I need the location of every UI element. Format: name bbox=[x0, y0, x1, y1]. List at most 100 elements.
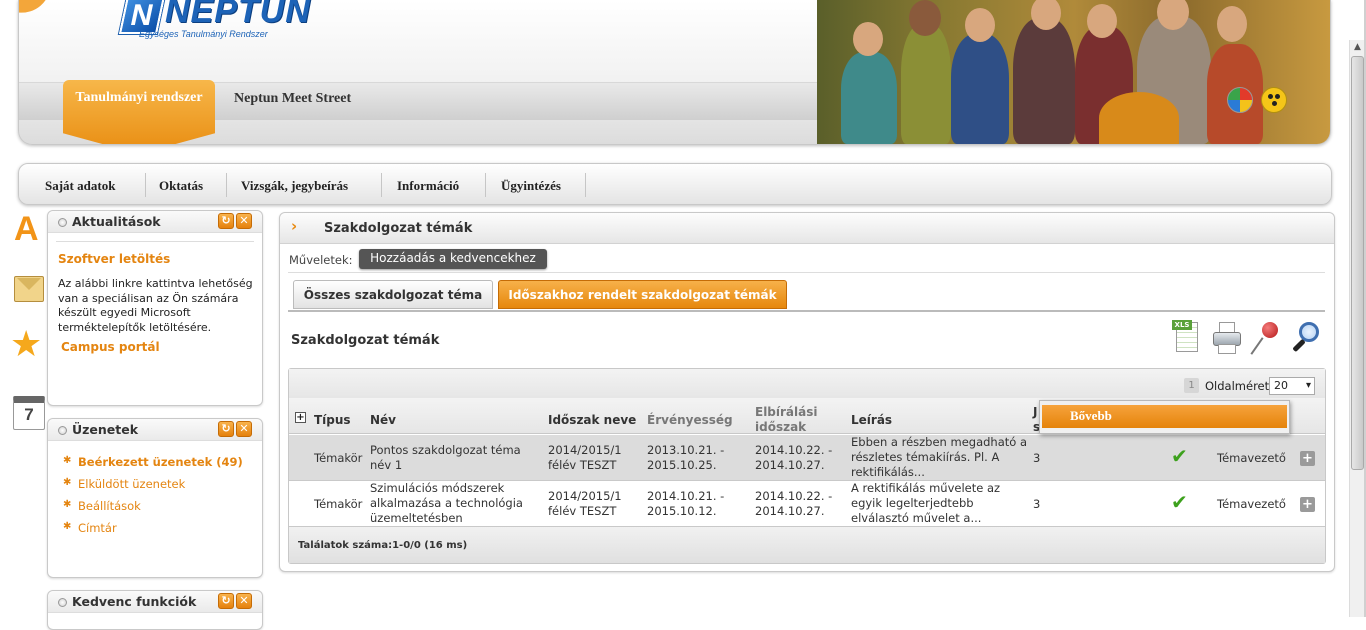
campus-portal-link[interactable]: Campus portál bbox=[61, 340, 160, 354]
pin-icon[interactable] bbox=[1250, 318, 1282, 358]
logo-text[interactable]: NEPTUN bbox=[165, 0, 311, 31]
search-icon[interactable] bbox=[1289, 318, 1321, 358]
excel-export-icon[interactable]: XLS bbox=[1172, 318, 1204, 358]
header: N NEPTUN Egységes Tanulmányi Rendszer Ta… bbox=[18, 0, 1331, 145]
chevron-right-icon: › bbox=[291, 217, 298, 235]
page-title: Szakdolgozat témák bbox=[324, 221, 473, 236]
page-size-label: Oldalméret bbox=[1205, 379, 1270, 393]
divider bbox=[288, 272, 1325, 273]
menu-divider bbox=[485, 173, 486, 197]
page-number-button[interactable]: 1 bbox=[1184, 378, 1199, 393]
language-icon[interactable] bbox=[1227, 87, 1253, 113]
cell-name-line: üzemeltetésben bbox=[370, 511, 463, 525]
cell-validity-line: 2013.10.21. - bbox=[647, 443, 725, 457]
refresh-icon[interactable]: ↻ bbox=[218, 421, 234, 437]
menu-oktatas[interactable]: Oktatás bbox=[159, 178, 203, 194]
inbox-link[interactable]: Beérkezett üzenetek (49) bbox=[63, 455, 243, 469]
logo-corner-decoration bbox=[19, 0, 59, 21]
printer-output bbox=[1218, 344, 1236, 354]
messages-box: Üzenetek ↻ ✕ Beérkezett üzenetek (49) El… bbox=[47, 418, 263, 578]
directory-link[interactable]: Címtár bbox=[63, 521, 117, 535]
sent-messages-link[interactable]: Elküldött üzenetek bbox=[63, 477, 185, 491]
cell-count: 3 bbox=[1033, 497, 1041, 511]
menu-vizsgak[interactable]: Vizsgák, jegybeírás bbox=[241, 178, 348, 194]
cell-description-line: A rektifikálás művelete az bbox=[851, 481, 1001, 495]
context-menu-item-more[interactable]: Bővebb bbox=[1042, 405, 1287, 428]
scroll-up-icon[interactable]: ▲ bbox=[1351, 42, 1364, 56]
table-row[interactable]: Témakör Szimulációs módszerek alkalmazás… bbox=[289, 481, 1325, 527]
menu-divider bbox=[585, 173, 586, 197]
cell-role: Témavezető bbox=[1217, 497, 1286, 511]
cell-validity-line: 2014.10.21. - bbox=[647, 489, 725, 503]
cell-period-line: 2014/2015/1 bbox=[548, 443, 622, 457]
alphabet-icon[interactable]: A bbox=[14, 212, 44, 247]
cell-count: 3 bbox=[1033, 451, 1041, 465]
tab-neptun-meet-street[interactable]: Neptun Meet Street bbox=[234, 91, 351, 107]
tab-underline bbox=[288, 310, 1325, 312]
news-box: Aktualitások ↻ ✕ Szoftver letöltés Az al… bbox=[47, 210, 263, 406]
tab-tanulmanyi-rendszer-label: Tanulmányi rendszer bbox=[75, 90, 203, 105]
cell-name: Szimulációs módszerek alkalmazása a tech… bbox=[370, 481, 523, 526]
menu-informacio[interactable]: Információ bbox=[397, 178, 459, 194]
cell-description-line: egyik legelterjedtebb bbox=[851, 496, 974, 510]
cell-period-line: félév TESZT bbox=[548, 458, 617, 472]
check-icon: ✔ bbox=[1171, 490, 1188, 514]
column-header-description[interactable]: Leírás bbox=[851, 413, 892, 428]
cell-description-line: rektifikálás... bbox=[851, 465, 925, 479]
cell-name-line: alkalmazása a technológia bbox=[370, 496, 523, 510]
software-download-link[interactable]: Szoftver letöltés bbox=[58, 252, 170, 266]
refresh-icon[interactable]: ↻ bbox=[218, 213, 234, 229]
cell-description-line: részletes témakiírás. Pl. A bbox=[851, 450, 1000, 464]
menu-ugyintezes[interactable]: Ügyintézés bbox=[501, 178, 561, 194]
cell-period: 2014/2015/1 félév TESZT bbox=[548, 443, 622, 473]
refresh-icon[interactable]: ↻ bbox=[218, 593, 234, 609]
news-box-title: Aktualitások bbox=[72, 214, 161, 229]
table-row[interactable]: Témakör Pontos szakdolgozat téma név 1 2… bbox=[289, 435, 1325, 481]
calendar-icon[interactable]: 7 bbox=[13, 396, 45, 430]
check-icon: ✔ bbox=[1171, 444, 1188, 468]
box-bullet-icon bbox=[58, 426, 67, 435]
print-icon[interactable] bbox=[1211, 318, 1243, 358]
scrollbar-thumb[interactable] bbox=[1351, 56, 1364, 470]
cell-validity: 2013.10.21. - 2015.10.25. bbox=[647, 443, 724, 473]
row-actions-plus-icon[interactable]: + bbox=[1300, 497, 1315, 512]
column-header-type[interactable]: Típus bbox=[314, 413, 351, 428]
menu-sajat-adatok[interactable]: Saját adatok bbox=[45, 178, 115, 194]
main-menu: Saját adatok Oktatás Vizsgák, jegybeírás… bbox=[18, 163, 1332, 205]
section-title: Szakdolgozat témák bbox=[291, 333, 440, 348]
row-actions-plus-icon[interactable]: + bbox=[1300, 451, 1315, 466]
accessibility-icon[interactable] bbox=[1261, 87, 1287, 113]
menu-divider bbox=[145, 173, 146, 197]
cell-description-line: Ebben a részben megadható a bbox=[851, 435, 1027, 449]
cell-name-line: Pontos szakdolgozat téma bbox=[370, 443, 521, 457]
news-text: Az alábbi linkre kattintva lehetőség van… bbox=[58, 277, 253, 334]
messages-box-header: Üzenetek ↻ ✕ bbox=[48, 419, 262, 441]
cell-description-line: elválasztó művelet a... bbox=[851, 511, 982, 525]
favorites-box-header: Kedvenc funkciók ↻ ✕ bbox=[48, 591, 262, 613]
cell-evaluation-line: 2014.10.27. bbox=[755, 458, 825, 472]
column-header-evaluation[interactable]: Elbírálási időszak bbox=[755, 405, 818, 435]
close-icon[interactable]: ✕ bbox=[236, 421, 252, 437]
column-header-name[interactable]: Név bbox=[370, 413, 396, 428]
cell-role: Témavezető bbox=[1217, 451, 1286, 465]
page-size-select[interactable]: 20 bbox=[1269, 377, 1315, 395]
settings-link[interactable]: Beállítások bbox=[63, 499, 141, 513]
expand-all-icon[interactable]: + bbox=[295, 412, 306, 423]
column-header-period[interactable]: Időszak neve bbox=[548, 413, 636, 428]
add-to-favorites-button[interactable]: Hozzáadás a kedvencekhez bbox=[359, 249, 547, 269]
cell-evaluation-line: 2014.10.22. - bbox=[755, 443, 833, 457]
cell-description: Ebben a részben megadható a részletes té… bbox=[851, 435, 1027, 480]
menu-divider bbox=[226, 173, 227, 197]
divider bbox=[56, 241, 254, 242]
results-count: Találatok száma:1-0/0 (16 ms) bbox=[298, 540, 468, 551]
close-icon[interactable]: ✕ bbox=[236, 593, 252, 609]
cell-type: Témakör bbox=[314, 451, 363, 465]
cell-description: A rektifikálás művelete az egyik legelte… bbox=[851, 481, 1000, 526]
tab-all-topics[interactable]: Összes szakdolgozat téma bbox=[293, 280, 493, 309]
tab-period-topics[interactable]: Időszakhoz rendelt szakdolgozat témák bbox=[498, 280, 787, 309]
column-header-validity[interactable]: Érvényesség bbox=[647, 413, 733, 428]
cell-period-line: félév TESZT bbox=[548, 504, 617, 518]
mail-icon[interactable] bbox=[14, 276, 44, 302]
star-icon[interactable]: ★ bbox=[10, 327, 42, 363]
close-icon[interactable]: ✕ bbox=[236, 213, 252, 229]
